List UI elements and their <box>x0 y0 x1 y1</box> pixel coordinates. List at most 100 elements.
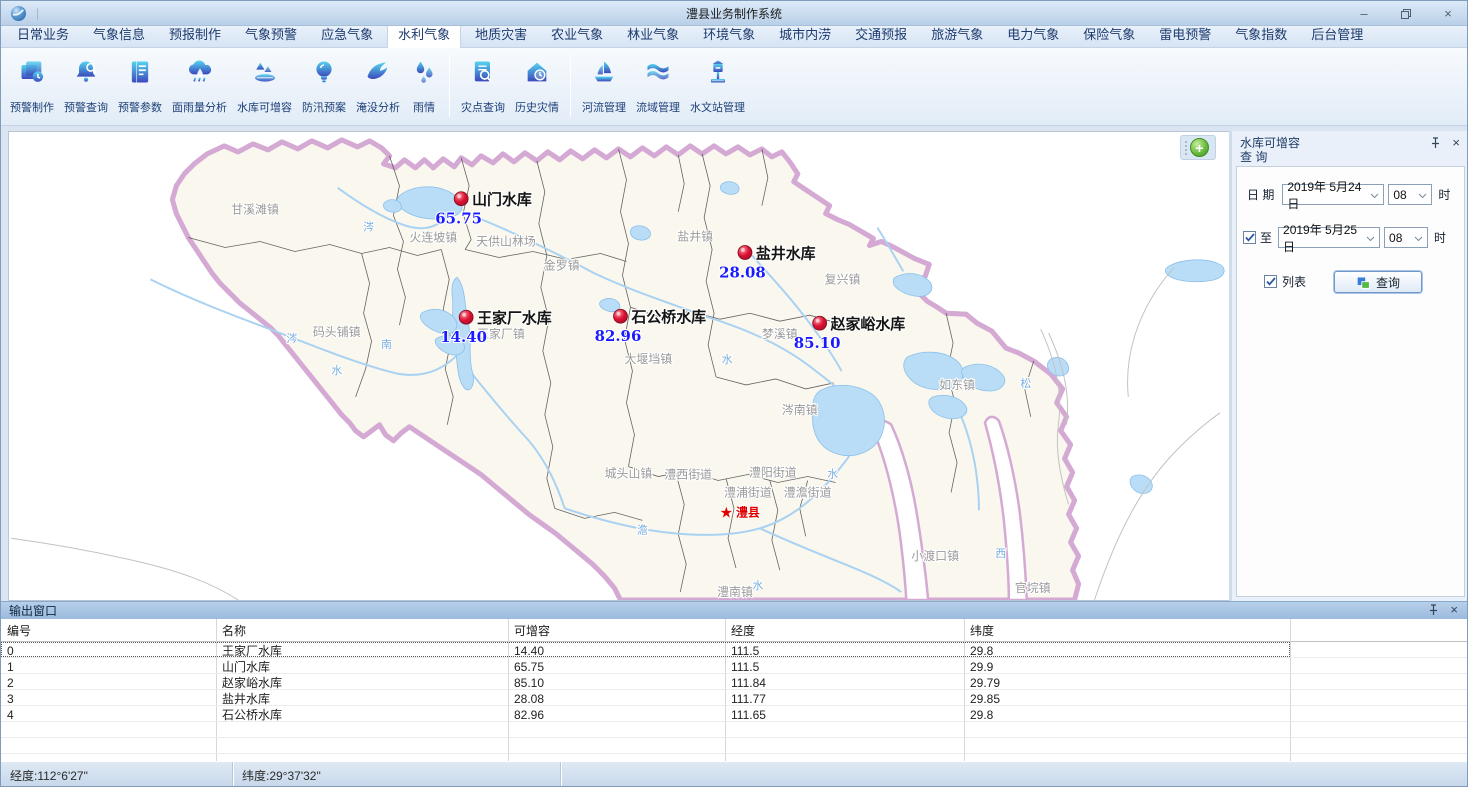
reservoir-point-icon[interactable] <box>614 309 628 323</box>
tool-button-预警查询[interactable]: 预警查询 <box>61 55 111 117</box>
county-map[interactable]: 甘溪滩镇火连坡镇天供山林场金罗镇盐井镇复兴镇码头铺镇王家厂镇梦溪镇大堰垱镇涔南镇… <box>9 132 1228 600</box>
toolbar-separator <box>570 55 571 117</box>
table-cell: 65.75 <box>508 660 725 674</box>
query-button[interactable]: 查询 <box>1334 271 1422 293</box>
output-header: 输出窗口 × <box>1 601 1467 619</box>
reservoir-name-label: 山门水库 <box>472 191 532 209</box>
cloud-rain-icon <box>186 58 214 86</box>
table-row[interactable]: 4石公桥水库82.96111.6529.8 <box>1 706 1467 722</box>
reservoir-point-icon[interactable] <box>813 316 827 330</box>
table-cell: 111.65 <box>725 708 964 722</box>
bulb-icon <box>310 58 338 86</box>
tool-button-河流管理[interactable]: 河流管理 <box>579 55 629 117</box>
town-label: 小渡口镇 <box>911 548 959 563</box>
date-from-select[interactable]: 2019年 5月24日 <box>1282 184 1384 205</box>
column-header-可增容[interactable]: 可增容 <box>508 622 725 639</box>
tool-button-雨情[interactable]: 雨情 <box>407 55 441 117</box>
table-cell: 29.85 <box>964 692 1290 706</box>
reservoir-name-label: 石公桥水库 <box>630 308 706 326</box>
widget-handle[interactable] <box>1185 141 1187 155</box>
chevron-down-icon <box>1366 188 1383 202</box>
town-label: 码头铺镇 <box>313 325 361 339</box>
close-button[interactable]: × <box>1439 6 1457 22</box>
river-label: 涔 <box>286 331 297 345</box>
panel-close-icon[interactable]: × <box>1452 135 1460 150</box>
app-window: | 澧县业务制作系统 – × 日常业务气象信息预报制作气象预警应急气象水利气象地… <box>0 0 1468 787</box>
town-label: 澧澹街道 <box>784 485 832 499</box>
tool-button-label: 面雨量分析 <box>172 99 227 115</box>
output-title: 输出窗口 <box>9 602 57 619</box>
table-cell: 2 <box>1 676 216 690</box>
reservoir-query-panel: 水库可增容 查 询 × 日 期 2019年 5月24日 08 <box>1232 131 1468 601</box>
hour-from-value: 08 <box>1393 188 1406 202</box>
river-label: 南 <box>381 338 392 351</box>
tool-button-预警制作[interactable]: 预警制作 <box>7 55 57 117</box>
county-seat: ★澧县 <box>720 504 760 521</box>
warning-docs-icon <box>18 58 46 86</box>
status-bar: 经度:112°6'27" 纬度:29°37'32" <box>1 761 1467 787</box>
chevron-down-icon <box>1362 231 1379 245</box>
column-header-名称[interactable]: 名称 <box>216 622 508 639</box>
table-row[interactable]: 2赵家峪水库85.10111.8429.79 <box>1 674 1467 690</box>
pin-icon[interactable] <box>1430 137 1441 152</box>
town-label: 澧南镇 <box>717 584 753 599</box>
tool-button-面雨量分析[interactable]: 面雨量分析 <box>169 55 230 117</box>
marker-highlight <box>816 319 820 323</box>
hour-to-select[interactable]: 08 <box>1384 227 1428 248</box>
map-canvas[interactable]: 甘溪滩镇火连坡镇天供山林场金罗镇盐井镇复兴镇码头铺镇王家厂镇梦溪镇大堰垱镇涔南镇… <box>8 131 1229 601</box>
reservoir-value-label: 65.75 <box>435 210 482 228</box>
town-label: 如东镇 <box>939 377 975 392</box>
table-row[interactable]: 3盐井水库28.08111.7729.85 <box>1 690 1467 706</box>
reservoir-point-icon[interactable] <box>459 310 473 324</box>
tool-button-label: 水库可增容 <box>237 99 292 115</box>
tool-button-防汛预案[interactable]: 防汛预案 <box>299 55 349 117</box>
table-cell: 29.8 <box>964 644 1290 658</box>
restore-button[interactable] <box>1397 6 1415 22</box>
tool-button-水文站管理[interactable]: 水文站管理 <box>687 55 748 117</box>
output-close-icon[interactable]: × <box>1450 602 1458 617</box>
tool-button-label: 水文站管理 <box>690 99 745 115</box>
tool-button-灾点查询[interactable]: 灾点查询 <box>458 55 508 117</box>
tool-button-label: 预警制作 <box>10 99 54 115</box>
marker-highlight <box>462 313 466 317</box>
tool-button-流域管理[interactable]: 流域管理 <box>633 55 683 117</box>
table-cell: 14.40 <box>508 644 725 658</box>
date-to-value: 2019年 5月25日 <box>1283 221 1362 255</box>
empty-table-row <box>1 722 1467 738</box>
table-cell: 111.77 <box>725 692 964 706</box>
list-checkbox[interactable] <box>1264 275 1277 288</box>
table-row[interactable]: 0王家厂水库14.40111.529.8 <box>1 642 1467 658</box>
town-label: 盐井镇 <box>677 230 713 244</box>
query-button-icon <box>1356 275 1371 290</box>
reservoir-name-label: 王家厂水库 <box>477 309 552 327</box>
pin-icon[interactable] <box>1428 604 1439 619</box>
table-cell: 山门水库 <box>216 658 508 675</box>
reservoir-value-label: 28.08 <box>719 263 766 281</box>
chevron-down-icon <box>1414 188 1431 202</box>
hour-from-select[interactable]: 08 <box>1388 184 1432 205</box>
tool-button-淹没分析[interactable]: 淹没分析 <box>353 55 403 117</box>
minimize-button[interactable]: – <box>1355 6 1373 22</box>
toolbar-separator <box>449 55 450 117</box>
reservoir-point-icon[interactable] <box>454 192 468 206</box>
column-header-编号[interactable]: 编号 <box>1 622 216 639</box>
map-zoom-in-button[interactable]: + <box>1190 138 1209 157</box>
tool-button-水库可增容[interactable]: 水库可增容 <box>234 55 295 117</box>
to-date-checkbox[interactable] <box>1243 231 1256 244</box>
reservoir-point-icon[interactable] <box>738 246 752 260</box>
table-row[interactable]: 1山门水库65.75111.529.9 <box>1 658 1467 674</box>
table-cell: 赵家峪水库 <box>216 674 508 691</box>
date-to-select[interactable]: 2019年 5月25日 <box>1278 227 1380 248</box>
column-header-经度[interactable]: 经度 <box>725 622 964 639</box>
column-header-纬度[interactable]: 纬度 <box>964 622 1290 639</box>
tool-button-label: 流域管理 <box>636 99 680 115</box>
river-label: 水 <box>827 468 838 481</box>
main-content: 甘溪滩镇火连坡镇天供山林场金罗镇盐井镇复兴镇码头铺镇王家厂镇梦溪镇大堰垱镇涔南镇… <box>1 131 1467 601</box>
tool-button-预警参数[interactable]: 预警参数 <box>115 55 165 117</box>
reservoir-value-label: 82.96 <box>595 327 642 345</box>
tool-button-历史灾情[interactable]: 历史灾情 <box>512 55 562 117</box>
tool-button-label: 河流管理 <box>582 99 626 115</box>
town-label: 澧西街道 <box>664 468 712 482</box>
doc-params-icon <box>126 58 154 86</box>
table-cell: 29.9 <box>964 660 1290 674</box>
